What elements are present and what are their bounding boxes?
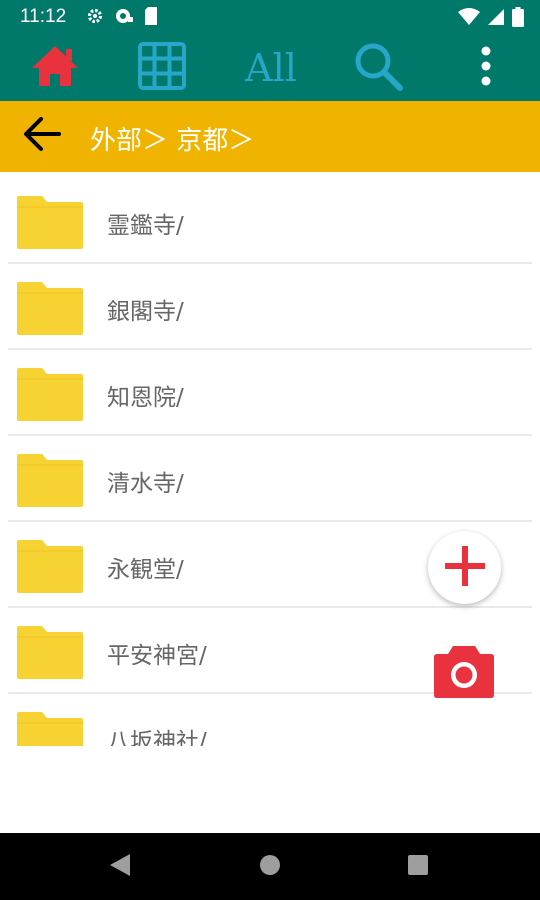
all-button[interactable]: All [232,34,310,101]
folder-icon [16,710,84,746]
nav-home-button[interactable] [254,851,286,883]
list-item[interactable]: 霊鑑寺/ [0,178,540,264]
wifi-icon [458,8,480,30]
notification-icon [114,7,134,29]
navigation-bar [0,833,540,900]
path-bar: 外部＞ 京都＞ [0,101,540,172]
list-item[interactable]: 銀閣寺/ [0,264,540,350]
folder-icon [16,194,84,254]
status-left-icons [86,7,158,29]
folder-name: 清水寺/ [107,471,184,497]
home-button[interactable] [22,34,88,101]
nav-back-button[interactable] [104,851,136,883]
battery-icon [512,7,524,31]
folder-icon [16,452,84,512]
home-icon [29,44,81,92]
sd-card-icon [144,7,158,29]
status-right-icons [458,7,524,31]
folder-icon [16,366,84,426]
more-vert-icon [480,46,492,90]
nav-home-icon [258,853,282,881]
list-item[interactable]: 清水寺/ [0,436,540,522]
signal-icon [488,8,504,30]
nav-back-icon [108,852,132,882]
folder-icon [16,280,84,340]
settings-icon [86,7,104,29]
list-item[interactable]: 知恩院/ [0,350,540,436]
status-bar: 11:12 [0,0,540,34]
back-button[interactable] [14,111,68,161]
more-options-button[interactable] [462,34,510,101]
search-icon [352,40,404,96]
plus-icon [443,544,487,592]
folder-icon [16,624,84,684]
toolbar: All [0,34,540,101]
camera-button[interactable] [433,645,495,701]
folder-name: 平安神宮/ [107,643,207,669]
folder-name: 永観堂/ [107,557,184,583]
folder-icon [16,538,84,598]
arrow-back-icon [21,116,61,156]
nav-recent-button[interactable] [402,851,434,883]
add-button[interactable] [428,531,501,604]
folder-name: 霊鑑寺/ [107,213,184,239]
status-time: 11:12 [20,6,67,27]
folder-name: 八坂神社/ [107,729,207,746]
folder-name: 知恩院/ [107,385,184,411]
nav-recent-icon [406,853,430,881]
folder-name: 銀閣寺/ [107,299,184,325]
camera-icon [433,643,495,703]
search-button[interactable] [345,34,411,101]
grid-view-button[interactable] [131,34,193,101]
breadcrumb[interactable]: 外部＞ 京都＞ [90,120,254,157]
grid-icon [137,41,187,95]
